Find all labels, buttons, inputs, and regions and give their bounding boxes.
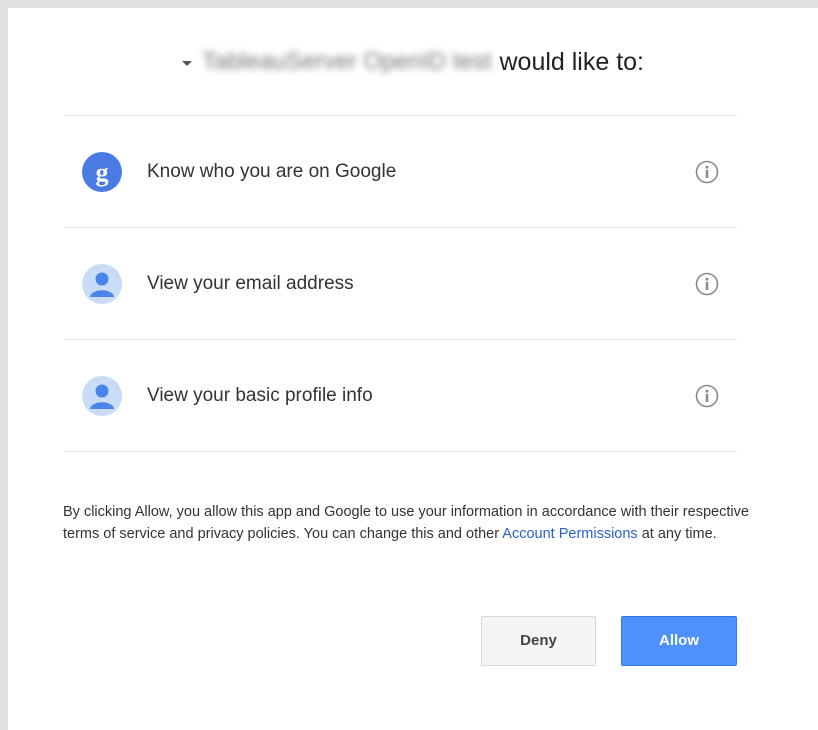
- permission-row-google-identity: g Know who you are on Google: [64, 116, 737, 228]
- permission-label: Know who you are on Google: [147, 160, 397, 182]
- consent-text-after: at any time.: [637, 526, 717, 542]
- deny-button[interactable]: Deny: [481, 616, 596, 666]
- permission-label: View your email address: [147, 272, 354, 294]
- permission-list: g Know who you are on Google View your e…: [64, 115, 737, 452]
- permission-row-email: View your email address: [64, 228, 737, 340]
- google-plus-icon: g: [82, 151, 122, 192]
- info-icon[interactable]: [695, 160, 719, 184]
- window-frame-left: [0, 0, 8, 730]
- app-name: TableauServer OpenID test: [201, 48, 492, 75]
- app-menu-caret-icon[interactable]: [181, 60, 192, 66]
- permission-row-profile: View your basic profile info: [64, 340, 737, 452]
- permission-label: View your basic profile info: [147, 384, 373, 406]
- person-icon: [82, 263, 122, 304]
- consent-text: By clicking Allow, you allow this app an…: [63, 501, 753, 545]
- allow-button[interactable]: Allow: [621, 616, 737, 666]
- oauth-consent-dialog: TableauServer OpenID test would like to:…: [8, 8, 818, 730]
- info-icon[interactable]: [695, 272, 719, 296]
- account-permissions-link[interactable]: Account Permissions: [502, 526, 637, 542]
- info-icon[interactable]: [695, 384, 719, 408]
- person-icon: [82, 375, 122, 416]
- dialog-header: TableauServer OpenID test would like to:: [8, 44, 818, 80]
- window-frame-top: [0, 0, 818, 8]
- header-suffix: would like to:: [499, 47, 645, 76]
- svg-text:g: g: [96, 158, 109, 187]
